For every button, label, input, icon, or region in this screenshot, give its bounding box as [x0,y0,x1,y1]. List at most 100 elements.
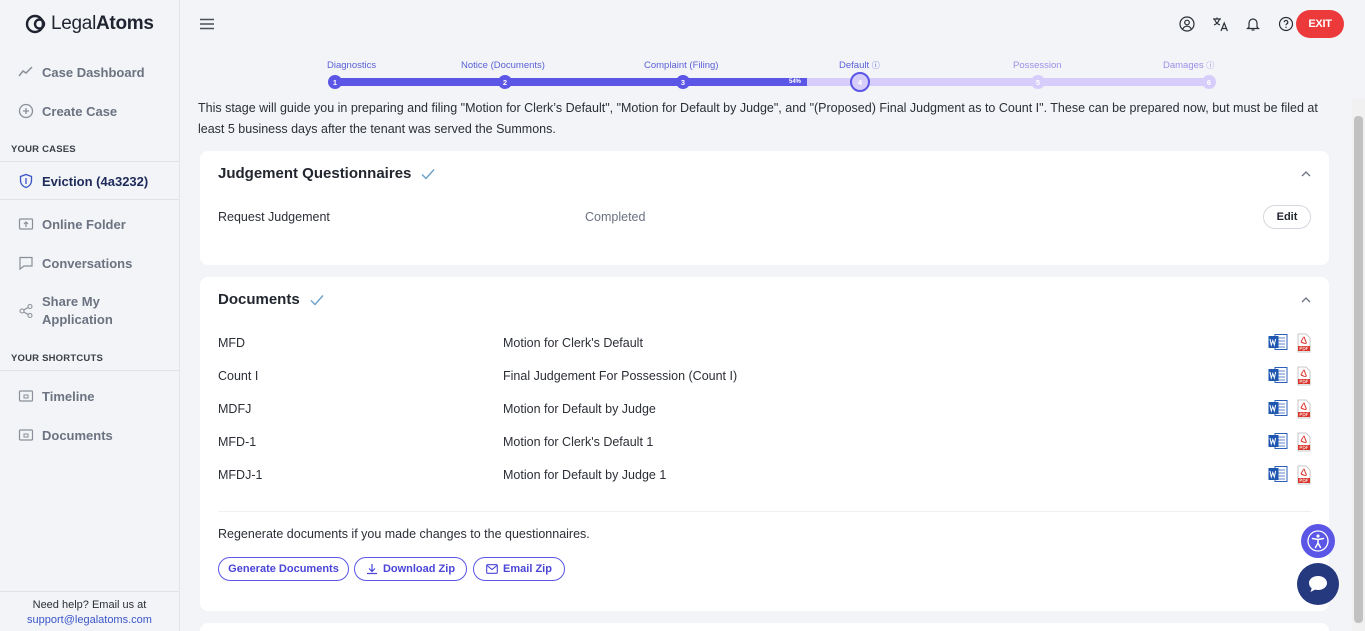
folder-icon [18,429,34,441]
sidebar-item-share-application[interactable]: Share My Application [0,293,179,329]
step-label-complaint[interactable]: Complaint (Filing) [644,60,718,71]
step-label-damages[interactable]: Damages ⓘ [1163,60,1214,71]
support-email-link[interactable]: support@legalatoms.com [0,613,179,628]
sidebar-item-create-case[interactable]: Create Case [0,102,179,120]
stage-description: This stage will guide you in preparing a… [198,101,1318,136]
info-icon: ⓘ [1206,61,1215,70]
share-icon [19,303,33,319]
document-name: Motion for Default by Judge [503,402,656,416]
section-your-cases: YOUR CASES [11,144,76,155]
header-actions [1177,14,1296,34]
word-icon [1268,367,1288,383]
button-label: Download Zip [382,563,456,575]
plus-circle-icon [18,103,34,119]
step-dot-2[interactable]: 2 [498,75,512,89]
step-label-diagnostics[interactable]: Diagnostics [327,60,376,71]
chevron-up-icon [1301,171,1311,177]
step-label-possession[interactable]: Possession [1013,60,1062,71]
document-code: Count I [218,369,259,383]
generate-documents-button[interactable]: Generate Documents [218,557,349,581]
word-download-button[interactable] [1268,333,1288,358]
chevron-up-icon [1301,297,1311,303]
chat-widget-button[interactable] [1297,563,1339,605]
next-card [200,623,1329,631]
logo-icon [25,14,46,34]
card-title-text: Judgement Questionnaires [218,165,412,182]
user-icon [1179,16,1195,32]
word-download-button[interactable] [1268,366,1288,391]
step-dot-5[interactable]: 5 [1031,75,1045,89]
bell-icon [1246,18,1260,31]
document-downloads [1268,333,1312,358]
collapse-button[interactable] [1301,165,1311,183]
word-download-button[interactable] [1268,432,1288,457]
progress-fill [335,78,807,86]
accessibility-button[interactable] [1301,524,1335,558]
sidebar-item-documents[interactable]: Documents [0,426,179,444]
sidebar-item-timeline[interactable]: Timeline [0,387,179,405]
scrollbar-thumb[interactable] [1354,116,1363,623]
translate-button[interactable] [1210,14,1230,34]
word-download-button[interactable] [1268,465,1288,490]
sidebar-item-conversations[interactable]: Conversations [0,254,179,272]
sidebar-item-active-case[interactable]: Eviction (4a3232) [0,172,179,190]
scrollbar[interactable] [1352,98,1365,631]
document-downloads [1268,432,1312,457]
step-dot-1[interactable]: 1 [328,75,342,89]
divider [0,161,179,162]
exit-button[interactable]: EXIT [1296,10,1344,38]
document-name: Final Judgement For Possession (Count I) [503,369,738,383]
sidebar-item-label: Eviction (4a3232) [42,173,149,189]
pdf-icon [1297,399,1311,419]
word-download-button[interactable] [1268,399,1288,424]
word-icon [1268,466,1288,482]
chat-icon [19,256,33,271]
notifications-button[interactable] [1243,14,1263,34]
document-name: Motion for Clerk's Default 1 [503,435,654,449]
card-title-text: Documents [218,291,300,308]
check-icon [421,168,435,180]
sidebar-item-online-folder[interactable]: Online Folder [0,215,179,233]
progress-percent: 54% [789,79,802,85]
shield-icon [19,173,33,189]
pdf-download-button[interactable] [1296,399,1312,424]
sidebar-item-case-dashboard[interactable]: Case Dashboard [0,63,179,81]
questionnaire-name: Request Judgement [218,210,330,224]
pdf-download-button[interactable] [1296,366,1312,391]
document-name: Motion for Default by Judge 1 [503,468,667,482]
document-code: MDFJ [218,402,252,416]
translate-icon [1212,17,1228,32]
download-zip-button[interactable]: Download Zip [354,557,467,581]
edit-button[interactable]: Edit [1263,205,1311,229]
pdf-download-button[interactable] [1296,432,1312,457]
menu-toggle-button[interactable] [200,17,214,35]
button-label: Email Zip [503,563,552,575]
step-dot-4[interactable]: 4 [850,72,870,92]
pdf-download-button[interactable] [1296,465,1312,490]
sidebar-item-label: Share My Application [42,294,113,327]
word-icon [1268,433,1288,449]
pdf-icon [1297,465,1311,485]
questionnaire-status: Completed [585,210,646,224]
logo[interactable]: LegalAtoms [25,12,154,36]
step-dot-6[interactable]: 6 [1202,75,1216,89]
progress-stepper: Diagnostics Notice (Documents) Complaint… [327,58,1217,94]
sidebar-item-label: Case Dashboard [42,64,145,80]
step-label-default[interactable]: Default ⓘ [839,60,880,71]
documents-title: Documents [218,291,324,308]
help-button[interactable] [1276,14,1296,34]
sidebar-item-label: Conversations [42,255,133,271]
sidebar: LegalAtoms Case Dashboard Create Case YO… [0,0,180,631]
collapse-button[interactable] [1301,291,1311,309]
document-downloads [1268,399,1312,424]
mail-icon [486,564,498,574]
folder-upload-icon [18,218,34,230]
divider [0,199,179,200]
documents-card: Documents MFD Motion for Clerk's Default C… [200,277,1329,611]
email-zip-button[interactable]: Email Zip [473,557,565,581]
user-profile-button[interactable] [1177,14,1197,34]
pdf-download-button[interactable] [1296,333,1312,358]
pdf-icon [1297,333,1311,353]
step-label-notice[interactable]: Notice (Documents) [461,60,545,71]
step-dot-3[interactable]: 3 [676,75,690,89]
